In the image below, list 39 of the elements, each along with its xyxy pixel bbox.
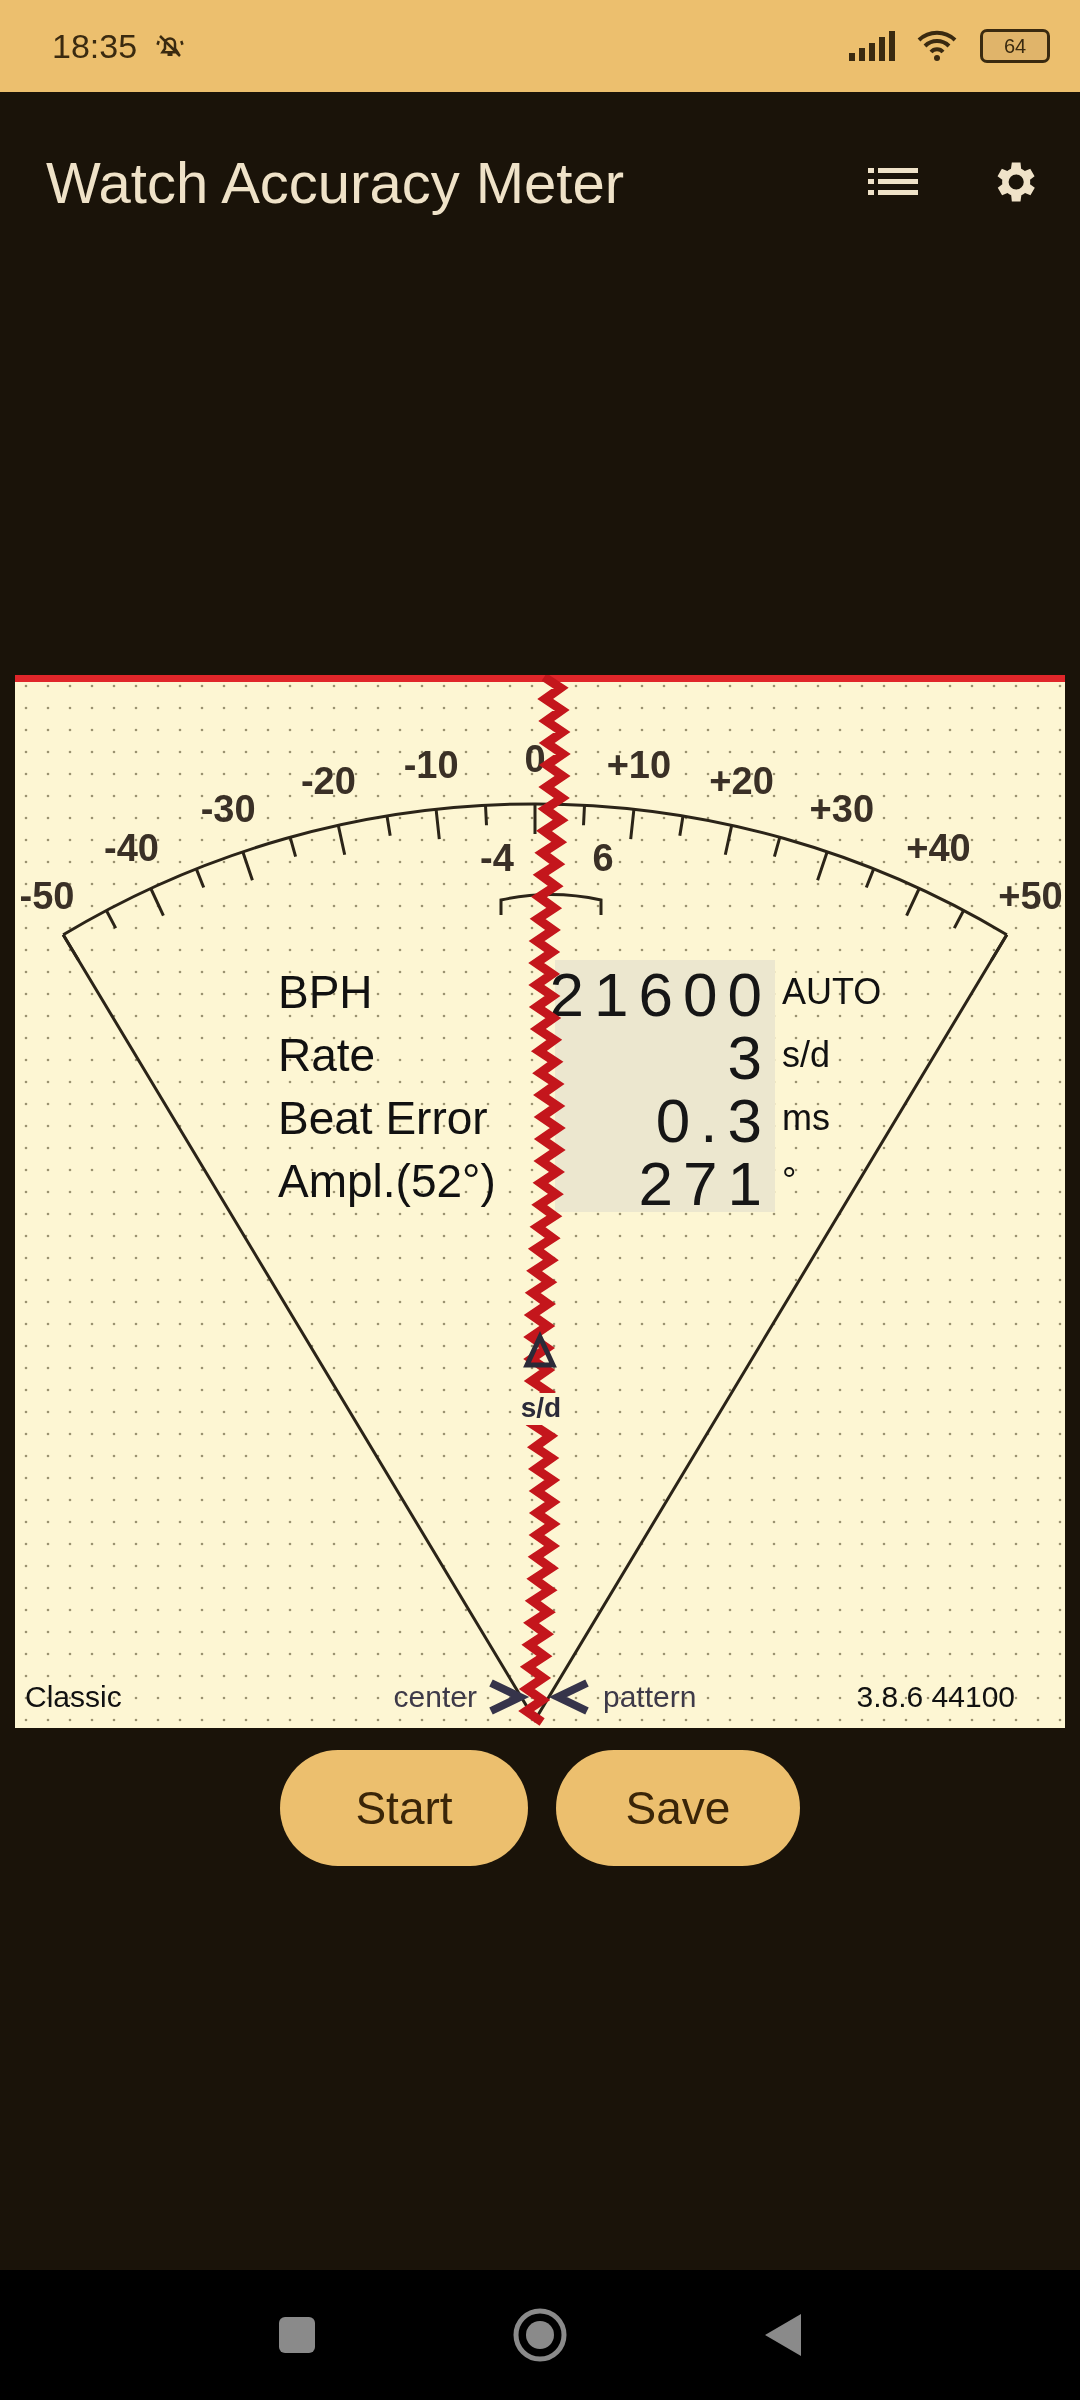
app-title: Watch Accuracy Meter bbox=[46, 148, 626, 216]
scale-label: +40 bbox=[906, 826, 971, 869]
reading-label: Beat Error bbox=[278, 1092, 488, 1144]
scale-label: 6 bbox=[592, 837, 614, 879]
scale-label: -4 bbox=[480, 837, 514, 879]
reading-label: Ampl.(52°) bbox=[278, 1155, 496, 1207]
action-button[interactable]: Start bbox=[280, 1750, 528, 1866]
scale-label: +30 bbox=[809, 788, 875, 831]
scale-label: -40 bbox=[104, 826, 159, 869]
signal-icon bbox=[848, 31, 898, 61]
center-chevron-icon bbox=[489, 1679, 530, 1715]
recent-apps-icon[interactable] bbox=[277, 2315, 317, 2355]
scale-label: -20 bbox=[300, 760, 356, 803]
marker-triangle-icon bbox=[523, 1331, 557, 1368]
reading-label: Rate bbox=[278, 1029, 376, 1081]
scale-label: -50 bbox=[19, 875, 75, 918]
status-time: 18:35 bbox=[52, 26, 138, 66]
home-icon[interactable] bbox=[512, 2307, 568, 2363]
scale-label: +10 bbox=[606, 743, 672, 786]
mode-label: Classic bbox=[25, 1680, 122, 1713]
battery-level: 64 bbox=[1003, 34, 1027, 58]
scale-label: 0 bbox=[524, 738, 546, 780]
reading-unit: AUTO bbox=[782, 971, 882, 1012]
reading-unit: ° bbox=[782, 1160, 797, 1201]
back-icon[interactable] bbox=[763, 2312, 803, 2358]
action-button[interactable]: Save bbox=[556, 1750, 800, 1866]
version-label: 3.8.6 44100 bbox=[856, 1680, 1015, 1713]
reading-label: BPH bbox=[278, 966, 373, 1018]
scale-label: -30 bbox=[200, 788, 256, 831]
scale-label: -10 bbox=[403, 743, 459, 786]
pattern-chevron-icon bbox=[548, 1679, 589, 1715]
marker-label: s/d bbox=[520, 1392, 562, 1423]
scale-label: +50 bbox=[998, 875, 1063, 918]
scale-label: +20 bbox=[709, 760, 774, 803]
reading-unit: s/d bbox=[782, 1034, 831, 1075]
wifi-icon bbox=[916, 30, 958, 62]
pattern-label: pattern bbox=[603, 1680, 697, 1713]
center-label: center bbox=[393, 1680, 477, 1713]
reading-unit: ms bbox=[782, 1097, 830, 1138]
